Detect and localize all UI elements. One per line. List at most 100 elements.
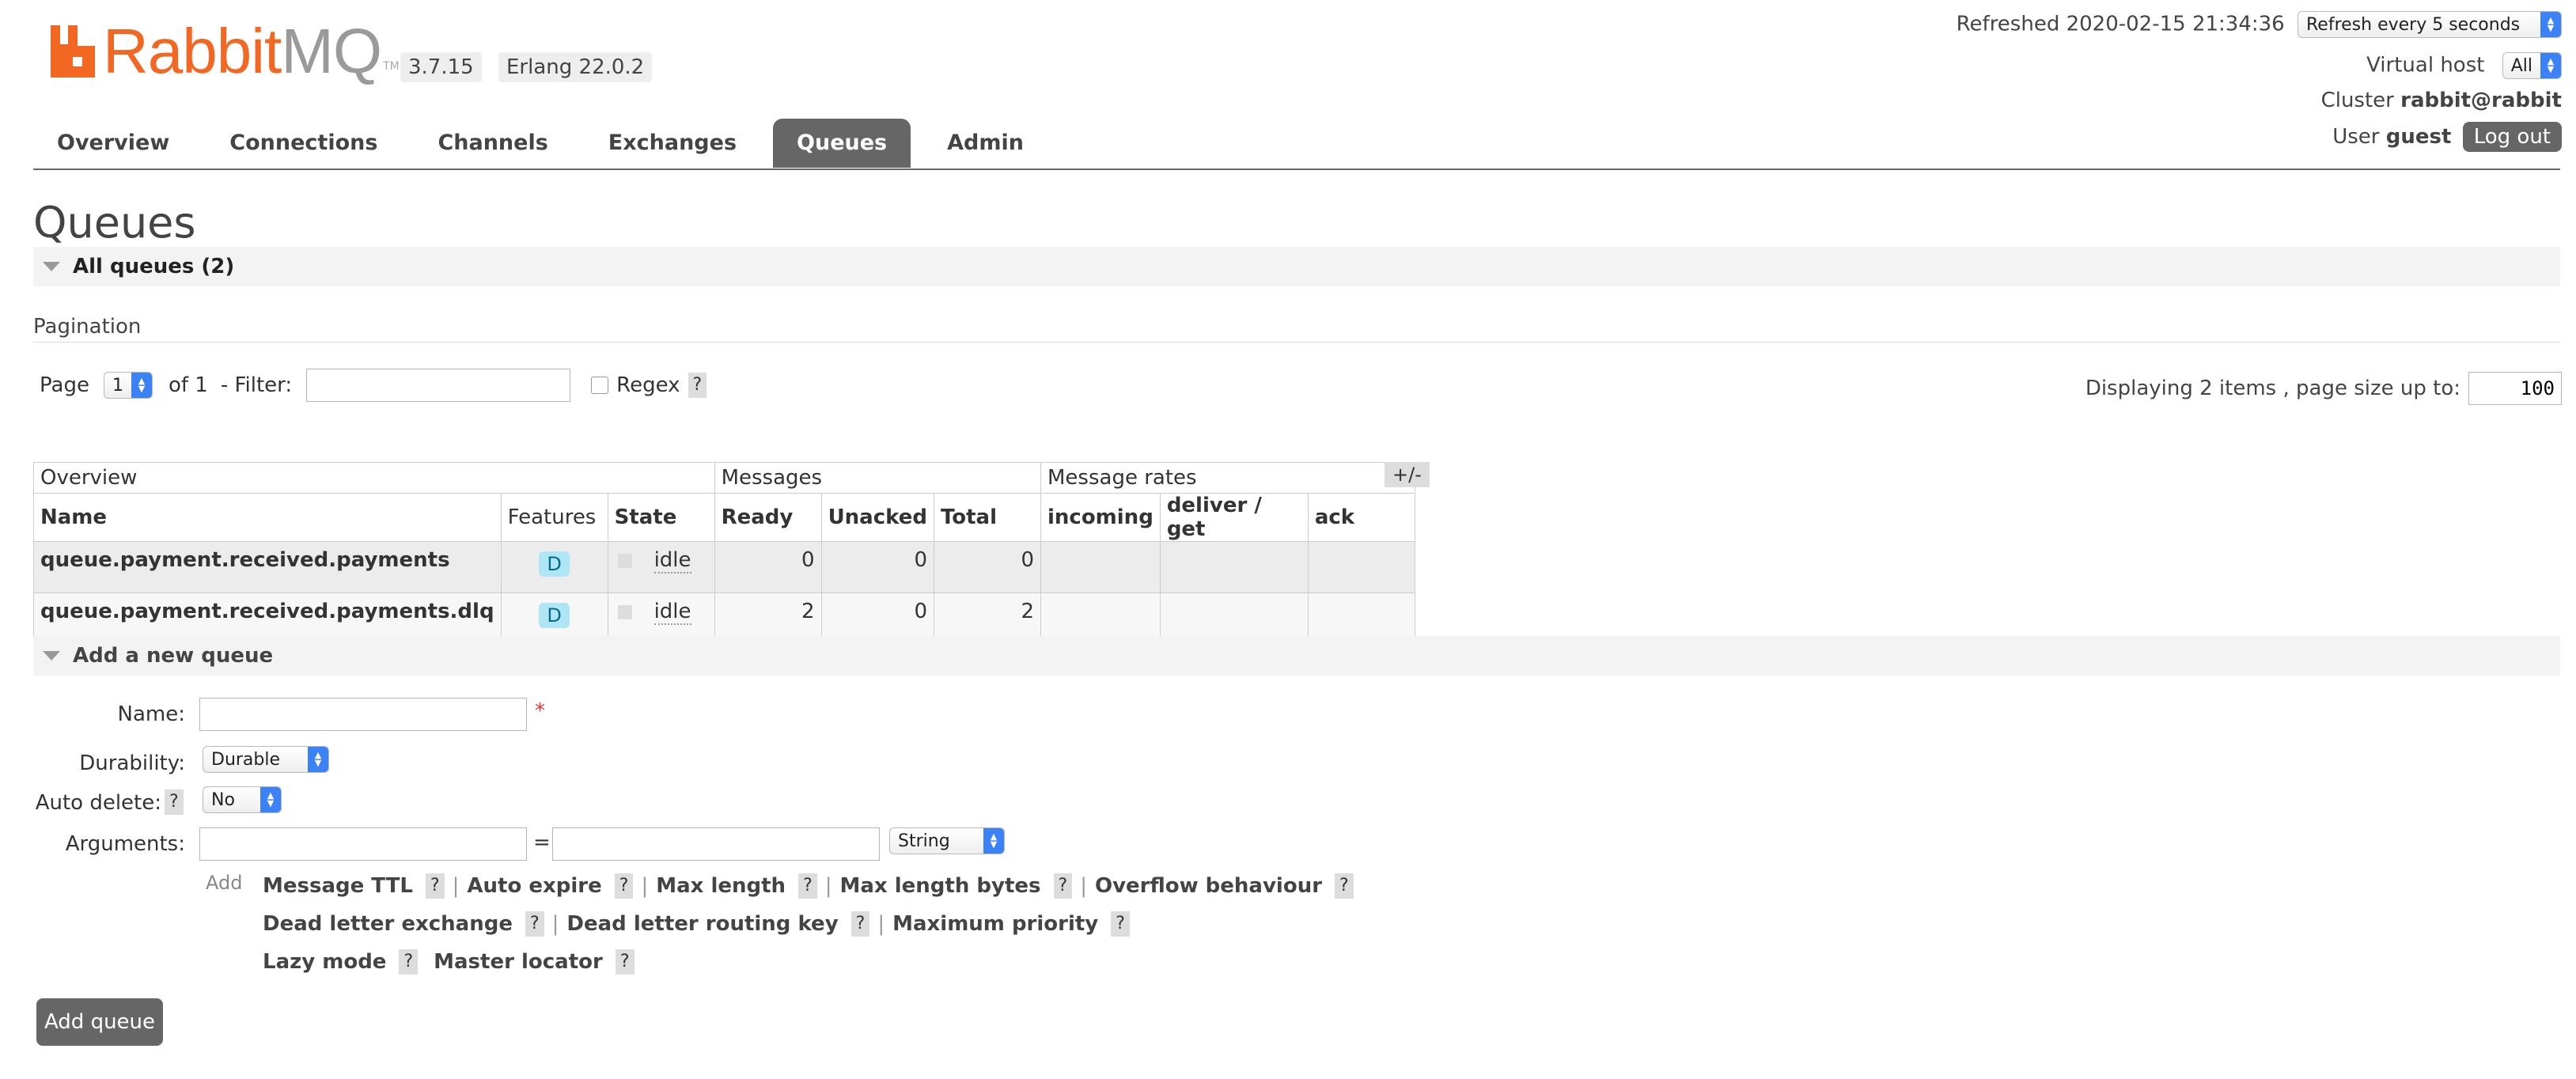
page-of-label: of 1 — [168, 373, 208, 397]
displaying-label: Displaying 2 items , page size up to: — [2085, 377, 2460, 400]
arg-max-length-link[interactable]: Max length — [656, 874, 786, 898]
argument-key-input[interactable] — [199, 827, 527, 861]
refresh-interval-value: Refresh every 5 seconds — [2306, 14, 2521, 35]
rabbitmq-logo[interactable]: RabbitMQ TM — [49, 20, 400, 83]
page-select[interactable]: 1 ▲ ▼ — [103, 372, 153, 399]
filter-input[interactable] — [306, 369, 571, 402]
col-deliver-get[interactable]: deliver / get — [1159, 493, 1309, 542]
arg-help-button[interactable]: ? — [614, 873, 634, 899]
col-ready[interactable]: Ready — [714, 493, 822, 542]
page-label: Page — [40, 373, 89, 397]
arg-help-button[interactable]: ? — [425, 873, 445, 899]
arg-help-button[interactable]: ? — [615, 949, 635, 975]
arg-maximum-priority-link[interactable]: Maximum priority — [892, 912, 1098, 936]
refresh-interval-select[interactable]: Refresh every 5 seconds ▲ ▼ — [2298, 11, 2562, 38]
ack-value — [1307, 541, 1415, 593]
page-title: Queues — [33, 198, 196, 248]
arg-help-button[interactable]: ? — [1335, 873, 1354, 899]
durability-value: Durable — [211, 749, 281, 770]
auto-delete-help-button[interactable]: ? — [165, 789, 184, 815]
add-queue-section-header[interactable]: Add a new queue — [33, 636, 2560, 676]
features-cell: D — [500, 541, 608, 593]
all-queues-section-header[interactable]: All queues (2) — [33, 247, 2560, 286]
vhost-select[interactable]: All ▲ ▼ — [2502, 52, 2562, 79]
vhost-row: Virtual host All ▲ ▼ — [2366, 52, 2562, 79]
arg-master-locator-link[interactable]: Master locator — [434, 950, 603, 974]
argument-type-select[interactable]: String ▲ ▼ — [889, 827, 1005, 854]
pagination-controls: Page 1 ▲ ▼ of 1 - Filter: Regex ? — [40, 369, 707, 402]
arg-help-button[interactable]: ? — [1111, 911, 1130, 937]
state-label: idle — [653, 600, 691, 625]
tab-exchanges[interactable]: Exchanges — [585, 119, 760, 168]
main-nav: Overview Connections Channels Exchanges … — [33, 119, 1060, 168]
arg-help-button[interactable]: ? — [399, 949, 419, 975]
auto-delete-label: Auto delete: — [35, 791, 161, 815]
arg-help-button[interactable]: ? — [850, 911, 870, 937]
col-name[interactable]: Name — [33, 493, 502, 542]
tab-channels[interactable]: Channels — [414, 119, 571, 168]
state-cell: idle — [607, 541, 715, 593]
select-chevron-icon: ▲ ▼ — [983, 828, 1004, 854]
column-toggle-button[interactable]: +/- — [1385, 462, 1430, 487]
arg-max-length-bytes-link[interactable]: Max length bytes — [840, 874, 1041, 898]
tab-queues[interactable]: Queues — [773, 119, 911, 168]
select-chevron-icon: ▲ ▼ — [2540, 53, 2561, 78]
unacked-value: 0 — [820, 541, 934, 593]
durable-badge: D — [539, 603, 570, 628]
arg-overflow-behaviour-link[interactable]: Overflow behaviour — [1095, 874, 1322, 898]
arguments-label: Arguments: — [65, 832, 185, 856]
select-chevron-icon: ▲ ▼ — [308, 747, 328, 772]
queues-table: Overview Messages Message rates Name Fea… — [33, 462, 1415, 645]
durability-select[interactable]: Durable ▲ ▼ — [203, 746, 329, 773]
arg-auto-expire-link[interactable]: Auto expire — [467, 874, 601, 898]
arg-help-button[interactable]: ? — [798, 873, 817, 899]
arg-dead-letter-exchange-link[interactable]: Dead letter exchange — [263, 912, 513, 936]
col-ack[interactable]: ack — [1307, 493, 1415, 542]
group-header-message-rates: Message rates — [1040, 462, 1415, 494]
logout-button[interactable]: Log out — [2462, 122, 2562, 152]
col-total[interactable]: Total — [933, 493, 1041, 542]
arg-separator: | — [452, 874, 460, 898]
select-chevron-icon: ▲ ▼ — [131, 373, 152, 398]
state-label: idle — [653, 548, 691, 574]
select-chevron-icon: ▲ ▼ — [260, 787, 281, 812]
vhost-value: All — [2510, 55, 2532, 76]
durability-label: Durability: — [79, 752, 185, 775]
queue-name-input[interactable] — [199, 698, 527, 731]
all-queues-label: All queues (2) — [73, 255, 235, 278]
arg-dead-letter-routing-key-link[interactable]: Dead letter routing key — [566, 912, 838, 936]
add-queue-button[interactable]: Add queue — [36, 998, 163, 1046]
name-label: Name: — [117, 702, 185, 726]
regex-label: Regex — [616, 373, 680, 397]
arg-separator: | — [551, 912, 559, 936]
pagination-divider — [33, 342, 2560, 343]
pagination-label: Pagination — [33, 315, 142, 339]
col-unacked[interactable]: Unacked — [820, 493, 934, 542]
argument-type-value: String — [898, 831, 950, 851]
auto-delete-select[interactable]: No ▲ ▼ — [203, 786, 282, 813]
arg-message-ttl-link[interactable]: Message TTL — [263, 874, 413, 898]
col-state[interactable]: State — [607, 493, 715, 542]
refresh-row: Refreshed 2020-02-15 21:34:36 Refresh ev… — [1957, 11, 2562, 38]
arg-help-button[interactable]: ? — [525, 911, 544, 937]
arg-lazy-mode-link[interactable]: Lazy mode — [263, 950, 386, 974]
queue-name-link[interactable]: queue.payment.received.payments — [33, 541, 502, 593]
durable-badge: D — [539, 551, 570, 577]
page-size-input[interactable] — [2468, 372, 2562, 405]
cluster-value: rabbit@rabbit — [2400, 89, 2562, 112]
total-value: 0 — [933, 541, 1041, 593]
argument-value-input[interactable] — [552, 827, 880, 861]
tab-admin[interactable]: Admin — [923, 119, 1047, 168]
group-header-messages: Messages — [714, 462, 1041, 494]
logo-trademark: TM — [383, 60, 400, 73]
auto-delete-value: No — [211, 789, 235, 810]
collapse-triangle-icon — [43, 262, 60, 271]
col-incoming[interactable]: incoming — [1040, 493, 1161, 542]
group-header-overview: Overview — [33, 462, 715, 494]
arg-help-button[interactable]: ? — [1053, 873, 1073, 899]
regex-checkbox[interactable] — [591, 377, 609, 394]
regex-help-button[interactable]: ? — [688, 373, 707, 398]
arg-separator: | — [824, 874, 832, 898]
tab-connections[interactable]: Connections — [206, 119, 401, 168]
tab-overview[interactable]: Overview — [33, 119, 193, 168]
